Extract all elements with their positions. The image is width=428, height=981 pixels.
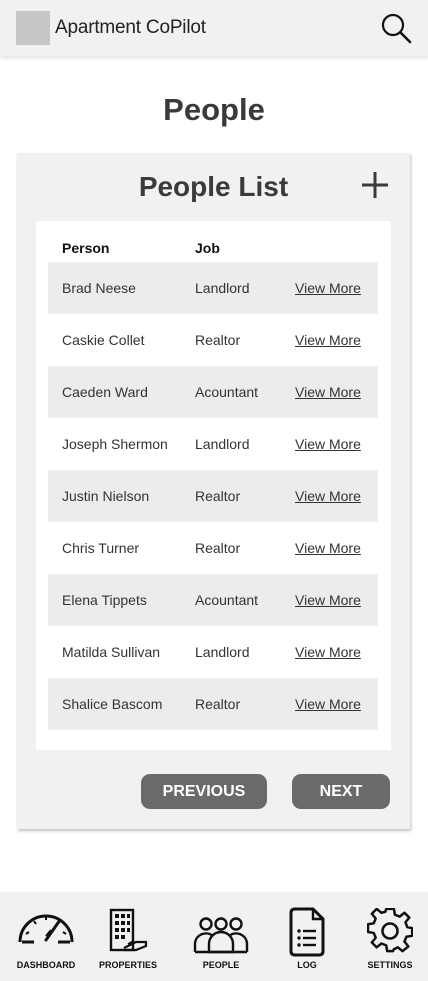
person-name: Matilda Sullivan — [62, 644, 161, 660]
person-job: Realtor — [195, 540, 241, 556]
building-icon — [109, 908, 148, 952]
view-more-link[interactable]: View More — [295, 592, 361, 608]
person-job: Landlord — [195, 644, 250, 660]
person-job: Landlord — [195, 436, 250, 452]
table-row: Joseph Shermon Landlord View More — [48, 418, 378, 470]
view-more-link[interactable]: View More — [295, 696, 361, 712]
column-header-job: Job — [195, 240, 220, 256]
view-more-link[interactable]: View More — [295, 436, 361, 452]
gear-icon — [367, 908, 413, 953]
view-more-link[interactable]: View More — [295, 384, 361, 400]
nav-label: DASHBOARD — [16, 960, 76, 970]
dashboard-gauge-icon — [18, 914, 74, 944]
table-row: Justin Nielson Realtor View More — [48, 470, 378, 522]
nav-item-people[interactable]: PEOPLE — [178, 892, 264, 981]
table-row: Matilda Sullivan Landlord View More — [48, 626, 378, 678]
view-more-link[interactable]: View More — [295, 488, 361, 504]
nav-item-settings[interactable]: SETTINGS — [347, 892, 428, 981]
nav-label: PEOPLE — [202, 960, 240, 970]
search-icon[interactable] — [380, 12, 412, 44]
person-name: Caeden Ward — [62, 384, 148, 400]
table-row: Brad Neese Landlord View More — [48, 262, 378, 314]
person-name: Justin Nielson — [62, 488, 150, 504]
person-job: Realtor — [195, 696, 241, 712]
table-row: Shalice Bascom Realtor View More — [48, 678, 378, 730]
table-row: Elena Tippets Acountant View More — [48, 574, 378, 626]
nav-label: SETTINGS — [367, 960, 413, 970]
nav-label: PROPERTIES — [98, 960, 157, 970]
column-header-person: Person — [62, 240, 110, 256]
nav-item-log[interactable]: LOG — [264, 892, 350, 981]
view-more-link[interactable]: View More — [295, 332, 361, 348]
previous-button[interactable]: PREVIOUS — [141, 774, 267, 809]
table-row: Caskie Collet Realtor View More — [48, 314, 378, 366]
table-row: Caeden Ward Acountant View More — [48, 366, 378, 418]
page-title: People — [163, 92, 265, 127]
person-job: Landlord — [195, 280, 250, 296]
nav-label: LOG — [297, 960, 317, 970]
view-more-link[interactable]: View More — [295, 540, 361, 556]
people-list-card: People List Person Job Brad Neese Landlo… — [17, 153, 410, 829]
person-name: Chris Turner — [62, 540, 140, 556]
plus-icon[interactable] — [359, 169, 391, 201]
person-name: Shalice Bascom — [62, 696, 163, 712]
nav-item-properties[interactable]: PROPERTIES — [85, 892, 171, 981]
table-row: Chris Turner Realtor View More — [48, 522, 378, 574]
person-name: Caskie Collet — [62, 332, 145, 348]
table-header: Person Job — [36, 240, 391, 260]
table-body: Brad Neese Landlord View More Caskie Col… — [48, 262, 378, 730]
person-job: Realtor — [195, 488, 241, 504]
person-job: Realtor — [195, 332, 241, 348]
person-name: Joseph Shermon — [62, 436, 168, 452]
view-more-link[interactable]: View More — [295, 280, 361, 296]
document-icon — [289, 907, 325, 957]
people-list-title: People List — [138, 171, 289, 202]
app-header: Apartment CoPilot — [0, 0, 428, 56]
nav-item-dashboard[interactable]: DASHBOARD — [3, 892, 89, 981]
person-name: Brad Neese — [62, 280, 136, 296]
bottom-nav: DASHBOARD PROPERTIES PEOPLE LOG SETTINGS — [0, 892, 428, 981]
next-button[interactable]: NEXT — [292, 774, 390, 809]
person-job: Acountant — [195, 592, 259, 608]
app-logo — [16, 11, 50, 45]
people-icon — [193, 917, 249, 954]
person-job: Acountant — [195, 384, 259, 400]
view-more-link[interactable]: View More — [295, 644, 361, 660]
people-table: Person Job Brad Neese Landlord View More… — [36, 221, 391, 750]
app-title: Apartment CoPilot — [55, 17, 206, 38]
person-name: Elena Tippets — [62, 592, 147, 608]
